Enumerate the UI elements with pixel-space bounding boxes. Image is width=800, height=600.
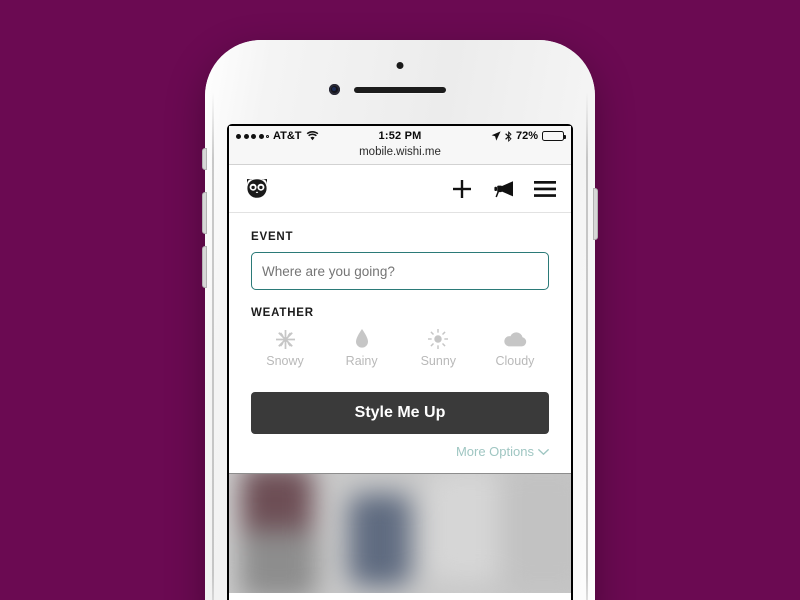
clock-label: 1:52 PM	[378, 130, 422, 142]
weather-option-snowy[interactable]: Snowy	[255, 328, 315, 368]
weather-option-label: Snowy	[266, 354, 304, 368]
event-label: EVENT	[251, 231, 294, 243]
cloud-icon	[503, 328, 527, 350]
carrier-label: AT&T	[273, 130, 302, 142]
app-header	[229, 165, 571, 213]
wifi-icon	[306, 131, 319, 141]
phone-device: AT&T 1:52 PM 72% mobile.wishi.me EVENT W…	[202, 40, 598, 600]
announcements-button[interactable]	[492, 180, 514, 198]
earpiece-speaker	[354, 87, 446, 93]
more-options-label: More Options	[455, 444, 534, 459]
style-me-up-button[interactable]: Style Me Up	[251, 392, 549, 434]
snowflake-icon	[275, 328, 295, 350]
battery-percent-label: 72%	[515, 130, 539, 142]
phone-screen: AT&T 1:52 PM 72% mobile.wishi.me EVENT W…	[227, 124, 573, 600]
header-actions	[452, 179, 556, 199]
ios-status-bar: AT&T 1:52 PM 72%	[229, 126, 571, 146]
chevron-down-icon	[538, 444, 549, 459]
phone-right-edge	[586, 92, 588, 600]
menu-button[interactable]	[534, 180, 556, 197]
weather-option-rainy[interactable]: Rainy	[332, 328, 392, 368]
event-input[interactable]	[251, 252, 549, 290]
browser-viewport: AT&T 1:52 PM 72% mobile.wishi.me EVENT W…	[229, 126, 571, 600]
front-camera-icon	[329, 84, 340, 95]
phone-left-edge	[212, 92, 214, 600]
bluetooth-icon	[505, 130, 512, 142]
weather-options: Snowy Rainy Sunny Cloudy	[251, 328, 549, 368]
weather-option-label: Cloudy	[495, 354, 535, 368]
volume-down-button[interactable]	[202, 246, 207, 288]
sun-icon	[428, 328, 449, 350]
power-button[interactable]	[593, 188, 598, 240]
status-bar-right: 72%	[422, 130, 567, 142]
weather-option-sunny[interactable]: Sunny	[408, 328, 468, 368]
status-bar-left: AT&T	[236, 130, 379, 142]
battery-icon	[542, 131, 567, 141]
more-options-toggle[interactable]: More Options	[251, 444, 549, 459]
browser-url-label[interactable]: mobile.wishi.me	[229, 146, 571, 165]
weather-label: WEATHER	[251, 307, 314, 319]
raindrop-icon	[355, 328, 369, 350]
weather-option-label: Rainy	[345, 354, 378, 368]
volume-up-button[interactable]	[202, 192, 207, 234]
mute-switch[interactable]	[202, 148, 207, 170]
weather-option-label: Sunny	[420, 354, 457, 368]
location-arrow-icon	[491, 131, 501, 141]
blurred-outfit-gallery[interactable]	[229, 473, 571, 593]
proximity-sensor-icon	[396, 62, 404, 69]
style-request-form: EVENT WEATHER	[229, 213, 571, 459]
weather-option-cloudy[interactable]: Cloudy	[485, 328, 545, 368]
owl-logo-icon[interactable]	[244, 176, 270, 202]
add-button[interactable]	[452, 179, 472, 199]
signal-strength-icon	[236, 133, 269, 139]
